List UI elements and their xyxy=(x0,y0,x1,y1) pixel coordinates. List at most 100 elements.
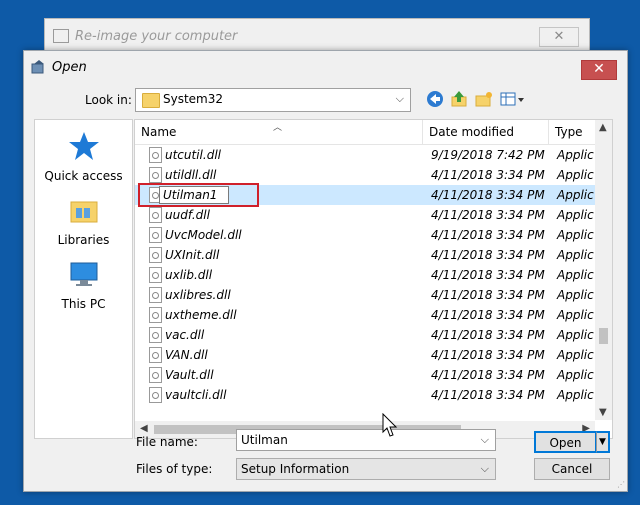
close-button[interactable]: ✕ xyxy=(581,60,617,80)
open-split-arrow-icon[interactable]: ▼ xyxy=(596,431,610,453)
back-icon[interactable] xyxy=(426,90,444,108)
file-row[interactable]: vac.dll 4/11/2018 3:34 PM Applic xyxy=(135,325,595,345)
file-icon xyxy=(149,167,162,183)
file-name-input[interactable]: Utilman ⌵ xyxy=(236,429,496,451)
file-type: Applic xyxy=(557,348,594,362)
look-in-dropdown[interactable]: System32 ⌵ xyxy=(135,88,411,112)
view-menu-icon[interactable] xyxy=(500,90,526,108)
file-row[interactable]: uxlibres.dll 4/11/2018 3:34 PM Applic xyxy=(135,285,595,305)
file-type: Applic xyxy=(557,208,594,222)
file-row[interactable]: utildll.dll 4/11/2018 3:34 PM Applic xyxy=(135,165,595,185)
file-date-modified: 4/11/2018 3:34 PM xyxy=(431,268,545,282)
file-date-modified: 4/11/2018 3:34 PM xyxy=(431,348,545,362)
scroll-left-icon[interactable]: ◀ xyxy=(140,423,148,434)
file-icon xyxy=(149,267,162,283)
file-name: uxlibres.dll xyxy=(165,288,231,302)
file-rows: utcutil.dll 9/19/2018 7:42 PM Applic utildl… xyxy=(135,145,595,421)
dialog-title: Open xyxy=(52,60,87,75)
file-name: uxlib.dll xyxy=(165,268,213,282)
column-header-date-modified[interactable]: Date modified xyxy=(423,120,549,144)
file-icon xyxy=(149,367,162,383)
file-type: Applic xyxy=(557,248,594,262)
file-date-modified: 4/11/2018 3:34 PM xyxy=(431,368,545,382)
place-label: Libraries xyxy=(57,233,110,247)
cancel-button[interactable]: Cancel xyxy=(534,458,610,480)
file-type: Applic xyxy=(557,328,594,342)
file-row[interactable]: UvcModel.dll 4/11/2018 3:34 PM Applic xyxy=(135,225,595,245)
background-window-title-bar: Re-image your computer xyxy=(53,25,237,47)
file-date-modified: 4/11/2018 3:34 PM xyxy=(431,228,545,242)
place-this-pc[interactable]: This PC xyxy=(35,258,132,311)
file-type: Applic xyxy=(557,188,594,202)
file-date-modified: 4/11/2018 3:34 PM xyxy=(431,328,545,342)
file-date-modified: 4/11/2018 3:34 PM xyxy=(431,188,545,202)
file-date-modified: 4/11/2018 3:34 PM xyxy=(431,308,545,322)
open-dialog: Open ✕ Look in: System32 ⌵ Quick access xyxy=(23,50,628,492)
title-bar: Open ✕ xyxy=(24,51,627,84)
file-name: UXInit.dll xyxy=(165,248,220,262)
file-row[interactable]: VAN.dll 4/11/2018 3:34 PM Applic xyxy=(135,345,595,365)
new-folder-icon[interactable] xyxy=(475,90,493,108)
file-icon xyxy=(149,207,162,223)
app-icon xyxy=(31,60,44,74)
files-of-type-dropdown[interactable]: Setup Information ⌵ xyxy=(236,458,496,480)
place-libraries[interactable]: Libraries xyxy=(35,194,132,247)
file-type: Applic xyxy=(557,148,594,162)
background-window-close-button[interactable]: ✕ xyxy=(539,27,579,47)
column-header-row: Name ︿ Date modified Type xyxy=(135,120,595,145)
place-label: Quick access xyxy=(44,169,123,183)
files-of-type-value: Setup Information xyxy=(241,462,350,476)
file-date-modified: 4/11/2018 3:34 PM xyxy=(431,288,545,302)
folder-icon xyxy=(142,93,160,108)
place-quick-access[interactable]: Quick access xyxy=(35,130,132,183)
chevron-down-icon[interactable]: ⌵ xyxy=(481,433,489,447)
annotation-highlight-box xyxy=(138,183,259,207)
mouse-cursor-icon xyxy=(382,413,398,437)
this-pc-icon xyxy=(70,262,97,286)
file-icon xyxy=(149,307,162,323)
column-header-name[interactable]: Name ︿ xyxy=(135,120,423,144)
file-row[interactable]: uxlib.dll 4/11/2018 3:34 PM Applic xyxy=(135,265,595,285)
places-bar: Quick access Libraries This PC xyxy=(34,119,133,439)
open-button[interactable]: Open xyxy=(534,431,597,453)
file-row[interactable]: UXInit.dll 4/11/2018 3:34 PM Applic xyxy=(135,245,595,265)
scroll-down-icon[interactable]: ▼ xyxy=(599,407,607,418)
file-icon xyxy=(149,387,162,403)
file-name: uxtheme.dll xyxy=(165,308,237,322)
file-name-label: File name: xyxy=(136,435,198,449)
file-name: Vault.dll xyxy=(165,368,214,382)
file-icon xyxy=(149,247,162,263)
look-in-value: System32 xyxy=(163,92,224,106)
file-type: Applic xyxy=(557,288,594,302)
file-row[interactable]: vaultcli.dll 4/11/2018 3:34 PM Applic xyxy=(135,385,595,405)
file-icon xyxy=(149,147,162,163)
resize-grip-icon[interactable]: ⋰ xyxy=(617,480,625,489)
sort-ascending-icon: ︿ xyxy=(273,123,283,133)
file-name: UvcModel.dll xyxy=(165,228,242,242)
up-one-level-icon[interactable] xyxy=(450,90,468,108)
file-row[interactable]: utcutil.dll 9/19/2018 7:42 PM Applic xyxy=(135,145,595,165)
background-window-title: Re-image your computer xyxy=(75,28,238,44)
file-icon xyxy=(149,227,162,243)
file-row[interactable]: uudf.dll 4/11/2018 3:34 PM Applic xyxy=(135,205,595,225)
file-name-value: Utilman xyxy=(241,433,288,447)
file-name: vaultcli.dll xyxy=(165,388,227,402)
file-icon xyxy=(149,347,162,363)
files-of-type-label: Files of type: xyxy=(136,462,213,476)
file-name: utcutil.dll xyxy=(165,148,221,162)
file-row[interactable]: Vault.dll 4/11/2018 3:34 PM Applic xyxy=(135,365,595,385)
vertical-scrollbar[interactable]: ▲ ▼ xyxy=(595,120,612,420)
scroll-up-icon[interactable]: ▲ xyxy=(599,122,607,133)
quick-access-star-icon xyxy=(68,132,99,160)
file-date-modified: 4/11/2018 3:34 PM xyxy=(431,208,545,222)
file-type: Applic xyxy=(557,388,594,402)
column-header-type-label: Type xyxy=(555,125,583,139)
file-date-modified: 9/19/2018 7:42 PM xyxy=(431,148,545,162)
file-name: vac.dll xyxy=(165,328,205,342)
file-row[interactable]: uxtheme.dll 4/11/2018 3:34 PM Applic xyxy=(135,305,595,325)
file-list[interactable]: Name ︿ Date modified Type utcutil.dll 9/1… xyxy=(134,119,613,439)
file-name: uudf.dll xyxy=(165,208,210,222)
vertical-scroll-thumb[interactable] xyxy=(599,328,608,344)
file-type: Applic xyxy=(557,308,594,322)
file-type: Applic xyxy=(557,168,594,182)
